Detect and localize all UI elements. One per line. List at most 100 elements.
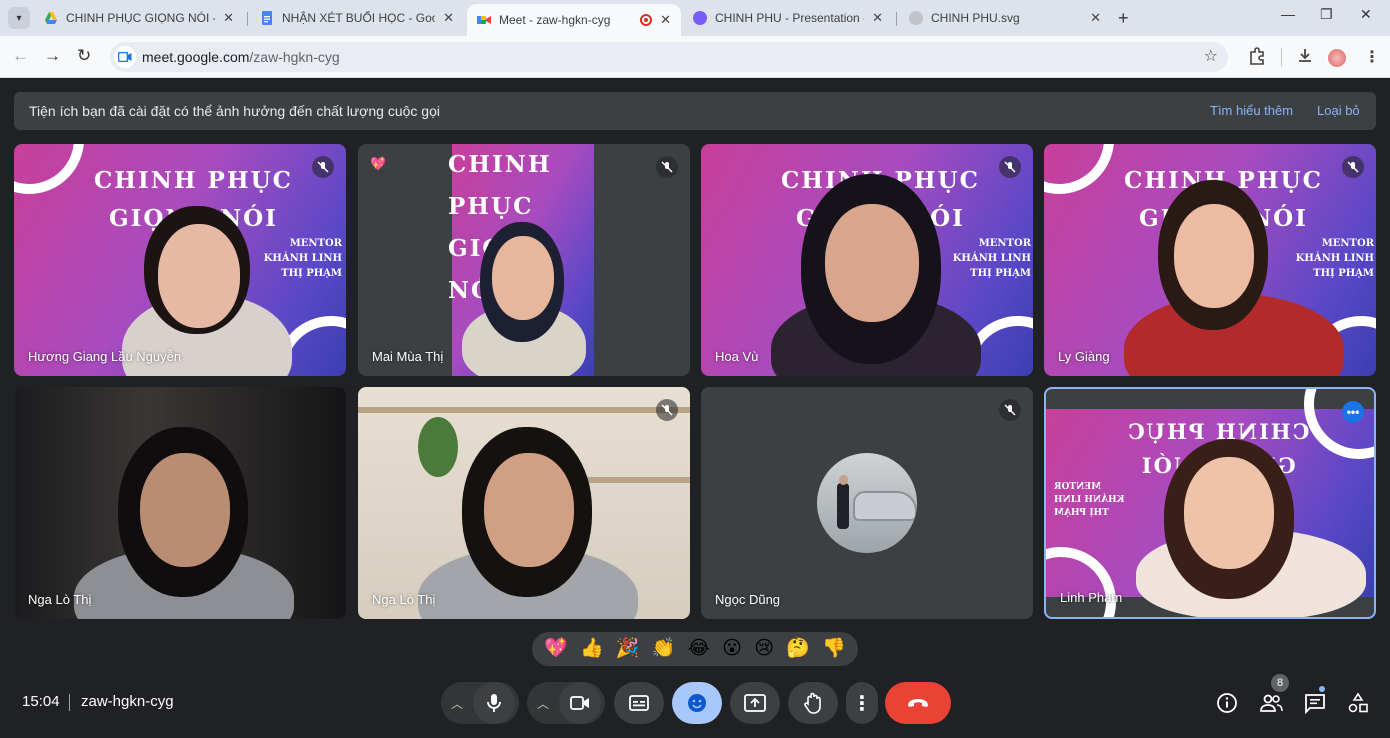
thinking-emoji-icon[interactable]: 🤔 [786, 638, 810, 660]
mentor-text: MENTOR KHÁNH LINH THỊ PHẠM [1295, 238, 1374, 279]
tab-title: CHINH PHU.svg [931, 11, 1020, 25]
tab-title: Meet - zaw-hgkn-cyg [499, 13, 611, 27]
smiley-icon [688, 694, 706, 712]
mic-off-icon [999, 156, 1021, 178]
participant-name: Nga Lò Thị [372, 592, 436, 607]
participant-name: Nga Lò Thị [28, 592, 92, 607]
participant-name: Ly Giàng [1058, 349, 1110, 364]
more-options-dots-icon[interactable]: ••• [1342, 401, 1364, 423]
reactions-button[interactable] [672, 682, 722, 724]
hand-icon [804, 692, 821, 714]
participant-tile[interactable]: Nga Lò Thị [358, 387, 690, 619]
captions-button[interactable] [614, 682, 664, 724]
url-text: meet.google.com/zaw-hgkn-cyg [142, 49, 340, 65]
participant-count-badge: 8 [1271, 674, 1289, 692]
video-options-chevron-icon[interactable]: ︿ [527, 695, 559, 712]
person-face [825, 204, 919, 322]
meeting-clock: 15:04 [22, 693, 60, 710]
hang-up-icon [908, 699, 928, 707]
person-face [1184, 457, 1274, 569]
window-close-icon[interactable]: ✕ [1360, 6, 1372, 23]
tab-close-icon[interactable]: ✕ [443, 10, 454, 26]
browser-tab-svg[interactable]: CHINH PHU.svg ✕ [899, 4, 1111, 32]
bookmark-star-icon[interactable]: ☆ [1204, 46, 1218, 66]
chat-icon[interactable] [1302, 690, 1328, 716]
tab-close-icon[interactable]: ✕ [660, 12, 671, 28]
site-info-camera-icon[interactable] [114, 46, 136, 68]
microphone-button[interactable] [473, 682, 515, 724]
thumbs-down-emoji-icon[interactable]: 👎 [822, 638, 846, 660]
person-face [158, 224, 240, 328]
participant-tile[interactable]: CHINH PHỤCGIỌNG NÓI 💖 Mai Mùa Thị [358, 144, 690, 376]
participant-tile[interactable]: CHINH PHỤCGIỌNG NÓI MENTORKHÁNH LINHTHỊ … [1044, 144, 1376, 376]
browser-menu-kebab-icon[interactable]: ⋮ [1364, 47, 1380, 67]
globe-icon [909, 11, 923, 25]
microphone-icon [487, 694, 501, 712]
tab-close-icon[interactable]: ✕ [223, 10, 234, 26]
more-vert-icon: ⋮ [852, 692, 872, 715]
person-face [1174, 204, 1254, 308]
heart-emoji-icon[interactable]: 💖 [544, 638, 568, 660]
back-arrow-icon[interactable]: ← [12, 46, 29, 66]
tab-search-chevron-icon[interactable]: ▾ [8, 7, 30, 29]
browser-tab-docs[interactable]: NHẬN XÉT BUỔI HỌC - Google ✕ [250, 4, 464, 32]
meeting-code: zaw-hgkn-cyg [81, 693, 174, 710]
clapping-emoji-icon[interactable]: 👏 [652, 638, 676, 660]
leave-call-button[interactable] [885, 682, 951, 724]
reload-icon[interactable]: ↻ [77, 46, 91, 66]
self-view-tile[interactable]: CHINH PHỤCGIỌNG NÓI MENTORKHÁNH LINHTHỊ … [1044, 387, 1376, 619]
browser-tab-drive[interactable]: CHINH PHỤC GIỌNG NÓI - Goo ✕ [34, 4, 244, 32]
camera-control: ︿ [527, 682, 605, 724]
raise-hand-button[interactable] [788, 682, 838, 724]
participant-tile[interactable]: Ngọc Dũng [701, 387, 1033, 619]
mic-control: ︿ [441, 682, 519, 724]
participant-name: Hương Giang Lầu Nguyễn [28, 349, 182, 364]
participant-tile[interactable]: CHINH PHỤCGIỌNG NÓI MENTORKHÁNH LINHTHỊ … [701, 144, 1033, 376]
restore-icon[interactable]: ❐ [1320, 6, 1333, 23]
mentor-text: MENTOR KHÁNH LINH THỊ PHẠM [952, 238, 1031, 279]
tab-close-icon[interactable]: ✕ [1090, 10, 1101, 26]
extensions-puzzle-icon[interactable] [1248, 47, 1266, 70]
dismiss-link[interactable]: Loại bỏ [1317, 103, 1360, 118]
camera-button[interactable] [559, 682, 601, 724]
mic-off-icon [312, 156, 334, 178]
browser-tab-canva[interactable]: CHINH PHU - Presentation - Ca ✕ [683, 4, 893, 32]
learn-more-link[interactable]: Tìm hiểu thêm [1210, 103, 1293, 118]
canva-icon [693, 11, 707, 25]
browser-tab-strip: ▾ CHINH PHỤC GIỌNG NÓI - Goo ✕ NHẬN XÉT … [0, 0, 1390, 36]
download-icon[interactable] [1296, 47, 1314, 70]
profile-avatar[interactable] [1327, 48, 1347, 68]
people-icon[interactable] [1258, 690, 1284, 716]
new-tab-plus-icon[interactable]: + [1118, 8, 1129, 29]
party-popper-emoji-icon[interactable]: 🎉 [616, 638, 640, 660]
mic-off-icon [1342, 156, 1364, 178]
google-drive-icon [44, 11, 58, 25]
mentor-text: MENTOR KHÁNH LINH THỊ PHẠM [1054, 482, 1125, 518]
laughing-emoji-icon[interactable]: 😂 [688, 638, 710, 660]
crying-emoji-icon[interactable]: 😢 [754, 638, 774, 660]
person-face [484, 453, 574, 567]
present-screen-button[interactable] [730, 682, 780, 724]
audio-options-chevron-icon[interactable]: ︿ [441, 695, 473, 712]
participant-name: Hoa Vù [715, 349, 759, 364]
address-bar[interactable]: meet.google.com/zaw-hgkn-cyg ☆ [110, 42, 1228, 72]
minimize-icon[interactable]: — [1281, 6, 1295, 22]
participant-tile[interactable]: Nga Lò Thị [14, 387, 346, 619]
reaction-bar: 💖 👍 🎉 👏 😂 😮 😢 🤔 👎 [532, 632, 858, 666]
activities-shapes-icon[interactable] [1345, 690, 1371, 716]
mic-off-icon [656, 399, 678, 421]
forward-arrow-icon[interactable]: → [44, 46, 61, 66]
camera-icon [570, 696, 589, 710]
more-options-button[interactable]: ⋮ [846, 682, 878, 724]
meeting-info-icon[interactable] [1214, 690, 1240, 716]
browser-tab-meet[interactable]: Meet - zaw-hgkn-cyg ✕ [467, 4, 681, 36]
surprised-emoji-icon[interactable]: 😮 [722, 638, 742, 660]
tab-close-icon[interactable]: ✕ [872, 10, 883, 26]
tab-title: NHẬN XÉT BUỔI HỌC - Google [282, 11, 435, 25]
participant-name: Mai Mùa Thị [372, 349, 444, 364]
participant-tile[interactable]: CHINH PHỤCGIỌNG NÓI MENTORKHÁNH LINHTHỊ … [14, 144, 346, 376]
captions-icon [629, 695, 649, 711]
thumbs-up-emoji-icon[interactable]: 👍 [580, 638, 604, 660]
recording-indicator-icon [640, 14, 653, 26]
extension-warning-banner: Tiện ích bạn đã cài đặt có thể ảnh hưởng… [14, 92, 1376, 130]
